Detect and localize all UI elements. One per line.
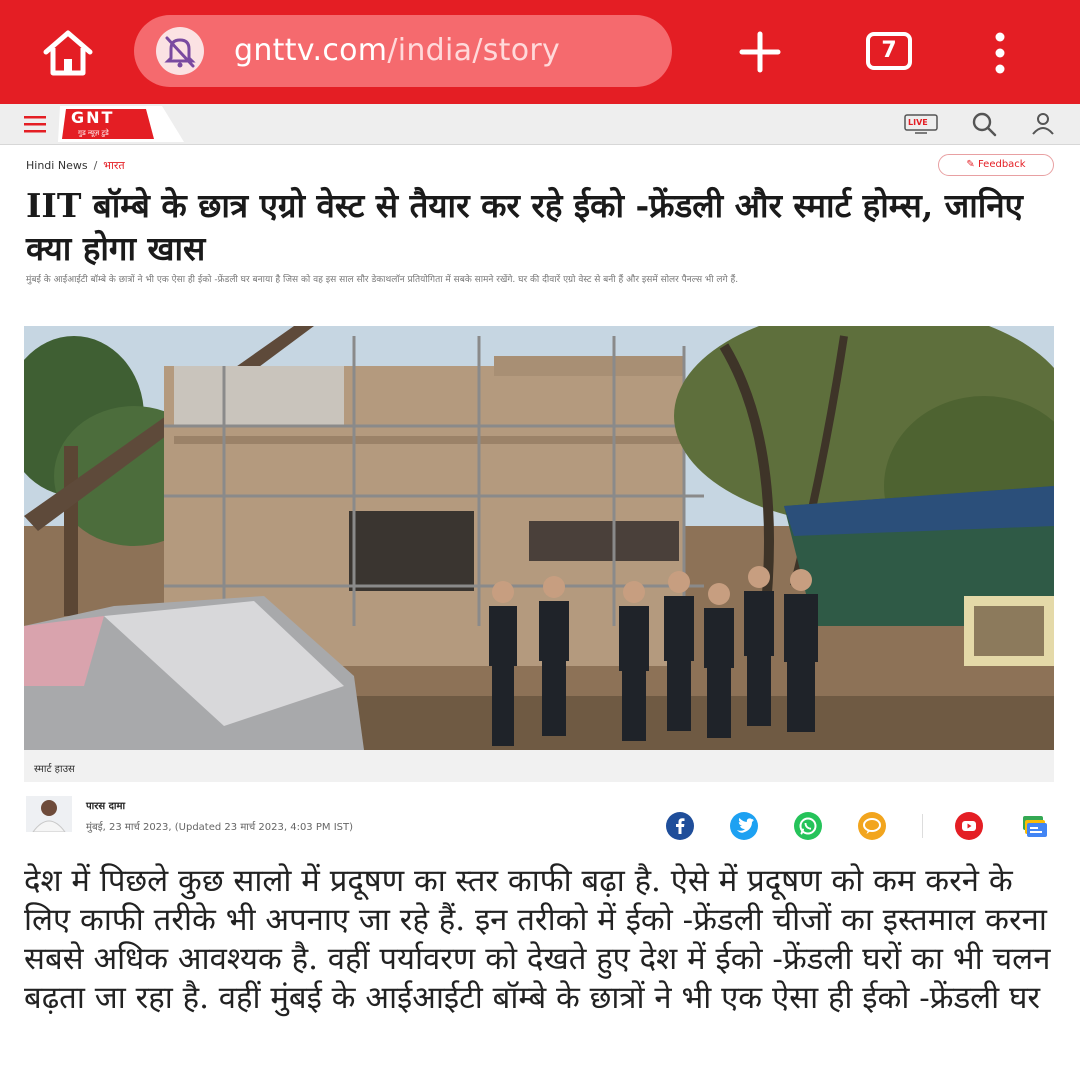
logo-text: GNT [71, 108, 115, 127]
author-name[interactable]: पारस दामा [86, 798, 125, 812]
breadcrumb-section[interactable]: भारत [103, 159, 124, 172]
browser-toolbar: gnttv.com/india/story 7 [0, 0, 1080, 104]
url-text: gnttv.com/india/story [234, 33, 560, 68]
notifications-off-icon[interactable] [156, 27, 204, 75]
tab-switcher-button[interactable]: 7 [866, 32, 912, 70]
whatsapp-icon[interactable] [794, 812, 822, 840]
feedback-label: Feedback [977, 159, 1026, 170]
feedback-button[interactable]: ✎ Feedback [938, 154, 1054, 176]
comment-icon[interactable] [858, 812, 886, 840]
menu-icon[interactable] [24, 114, 52, 134]
hero-image [24, 326, 1054, 750]
article-headline: IIT बॉम्बे के छात्र एग्रो वेस्ट से तैयार… [26, 186, 1023, 268]
image-caption: स्मार्ट हाउस [24, 750, 1054, 782]
logo-tagline: गुड न्यूज़ टुडे [78, 129, 109, 137]
article-dateline: मुंबई, 23 मार्च 2023, (Updated 23 मार्च … [86, 822, 353, 833]
address-bar[interactable]: gnttv.com/india/story [134, 15, 672, 87]
facebook-icon[interactable] [666, 812, 694, 840]
live-label: LIVE [908, 118, 928, 127]
more-options-icon[interactable] [990, 30, 1010, 76]
twitter-icon[interactable] [730, 812, 758, 840]
breadcrumb: Hindi News / भारत [26, 158, 125, 173]
google-news-icon[interactable] [1020, 812, 1048, 840]
avatar[interactable] [26, 796, 72, 833]
new-tab-icon[interactable] [736, 28, 784, 76]
youtube-icon[interactable] [955, 812, 983, 840]
home-icon[interactable] [40, 28, 96, 78]
image-caption-text: स्मार्ट हाउस [34, 764, 75, 775]
pencil-icon: ✎ [966, 159, 978, 170]
user-icon[interactable] [1030, 110, 1056, 136]
gnt-logo[interactable]: GNT गुड न्यूज़ टुडे [58, 106, 184, 142]
article-body: देश में पिछले कुछ सालो में प्रदूषण का स्… [24, 863, 1051, 1016]
breadcrumb-home[interactable]: Hindi News [26, 159, 88, 172]
site-header: GNT गुड न्यूज़ टुडे LIVE [0, 104, 1080, 145]
search-icon[interactable] [970, 110, 998, 138]
url-domain: gnttv.com [234, 33, 388, 68]
url-path: /india/story [387, 33, 561, 68]
live-tv-icon[interactable]: LIVE [904, 114, 938, 134]
article-summary: मुंबई के आईआईटी बॉम्बे के छात्रों ने भी … [26, 275, 739, 285]
share-divider [922, 814, 923, 838]
breadcrumb-separator: / [93, 159, 98, 172]
